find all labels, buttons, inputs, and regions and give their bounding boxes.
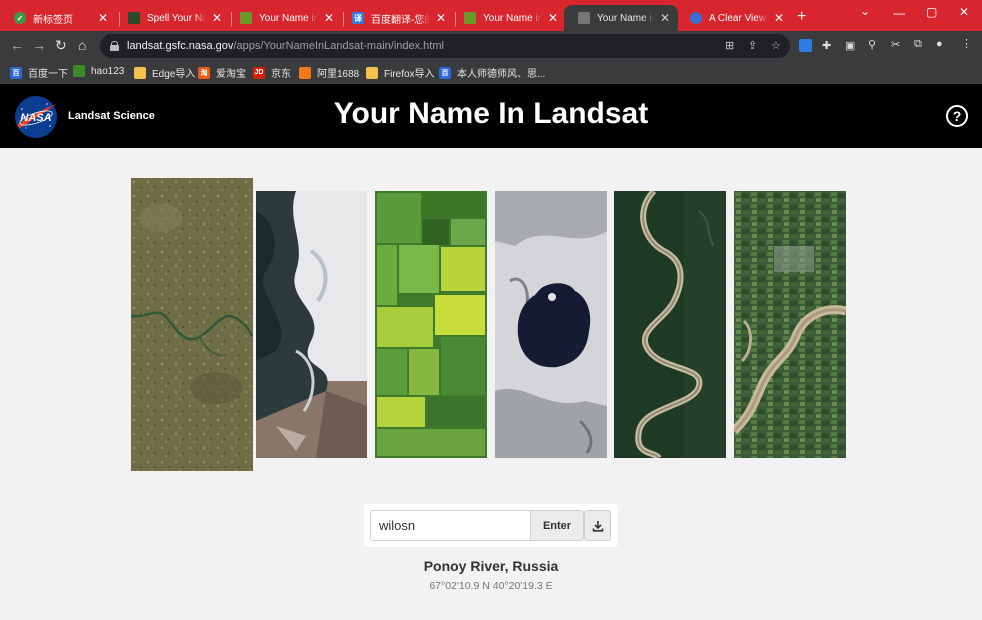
search-icon[interactable]: ⚲ [868, 38, 876, 51]
home-icon[interactable]: ⌂ [78, 38, 86, 52]
cut-icon[interactable]: ✂ [891, 38, 900, 51]
close-icon[interactable]: ✕ [212, 12, 222, 24]
bookmarks-bar: 百 百度一下 hao123 Edge导入 淘 爱淘宝 JD 京东 阿里1688 … [0, 61, 982, 84]
bookmark-item[interactable]: 百 百度一下 [10, 65, 68, 80]
bookmark-label: 阿里1688 [317, 69, 360, 80]
close-icon[interactable]: ✕ [98, 12, 108, 24]
bookmark-label: 爱淘宝 [216, 69, 246, 80]
letter-image-i[interactable] [256, 191, 367, 458]
maximize-button[interactable]: ▢ [926, 5, 937, 19]
page-header: NASA Landsat Science Your Name In Landsa… [0, 84, 982, 148]
enter-button[interactable]: Enter [530, 510, 584, 541]
extension-puzzle-icon[interactable]: ⧉ [914, 38, 922, 51]
browser-tab[interactable]: Spell Your Name ✕ [114, 5, 230, 31]
url-path: /apps/YourNameInLandsat-main/index.html [233, 40, 444, 52]
page-title: Your Name In Landsat [333, 97, 649, 130]
extensions-icon[interactable]: ✚ [822, 39, 831, 52]
letter-image-w[interactable] [131, 178, 253, 471]
landsat-icon [240, 12, 252, 24]
bookmark-star-icon[interactable]: ☆ [771, 39, 781, 52]
baidu-icon: 百 [439, 66, 451, 79]
landsat-icon [464, 12, 476, 24]
browser-tab[interactable]: A Clear View of ✕ [676, 5, 792, 31]
reload-icon[interactable]: ↻ [55, 38, 67, 52]
download-icon [592, 520, 603, 532]
bookmark-label: hao123 [91, 65, 125, 77]
browser-toolbar: ← → ↻ ⌂ landsat.gsfc.nasa.gov/apps/YourN… [0, 31, 982, 61]
translate-icon: 译 [352, 12, 364, 24]
bookmark-label: Firefox导入 [384, 69, 435, 80]
bookmark-item[interactable]: JD 京东 [253, 65, 291, 80]
translate-page-icon[interactable]: ⊞ [725, 39, 734, 52]
url-host: landsat.gsfc.nasa.gov [127, 40, 234, 52]
lock-icon [110, 41, 119, 51]
folder-icon [366, 66, 378, 79]
chevron-down-icon[interactable]: ⌄ [860, 4, 870, 18]
name-entry-panel: Enter [364, 504, 618, 547]
bookmark-item[interactable]: Edge导入 [134, 65, 195, 80]
bookmark-item[interactable]: 阿里1688 [299, 65, 359, 80]
alibaba-icon [299, 66, 311, 79]
bookmark-label: 百度一下 [28, 69, 68, 80]
letter-image-n[interactable] [734, 191, 846, 458]
browser-tab-active[interactable]: Your Name in L ✕ [564, 5, 678, 31]
download-button[interactable] [584, 510, 611, 541]
folder-icon [134, 66, 146, 79]
sidebar-icon[interactable]: ▣ [845, 39, 855, 52]
letters-row [0, 148, 982, 488]
browser-tab[interactable]: ✓ 新标签页 ✕ [0, 5, 116, 31]
location-coordinates: 67°02'10.9 N 40°20'19.3 E [429, 580, 553, 592]
translate-extension-icon[interactable] [799, 39, 812, 52]
shield-icon: ✓ [14, 12, 26, 24]
hao123-icon [73, 65, 85, 77]
browser-tabstrip: ✓ 新标签页 ✕ Spell Your Name ✕ Your Name in … [0, 0, 982, 31]
globe-icon [690, 12, 702, 24]
browser-tab[interactable]: 译 百度翻译-您的超 ✕ [338, 5, 454, 31]
help-button[interactable]: ? [946, 105, 968, 127]
menu-dots-icon[interactable]: ⋮ [961, 37, 972, 50]
minimize-button[interactable]: — [893, 6, 905, 20]
close-icon[interactable]: ✕ [660, 12, 670, 24]
bookmark-item[interactable]: hao123 [73, 65, 124, 77]
jd-icon: JD [253, 66, 265, 79]
location-name: Ponoy River, Russia [423, 558, 559, 574]
browser-tab[interactable]: Your Name in L ✕ [450, 5, 566, 31]
baidu-icon: 百 [10, 66, 22, 79]
letter-image-l[interactable] [375, 191, 487, 458]
help-icon: ? [952, 108, 962, 124]
taobao-icon: 淘 [198, 66, 210, 79]
close-icon[interactable]: ✕ [774, 12, 784, 24]
bookmark-item[interactable]: Firefox导入 [366, 65, 435, 80]
browser-tab[interactable]: Your Name in L ✕ [226, 5, 342, 31]
landsat-icon [128, 12, 140, 24]
close-icon[interactable]: ✕ [324, 12, 334, 24]
bookmark-item[interactable]: 淘 爱淘宝 [198, 65, 246, 80]
tab-title: Your Name in L [597, 12, 654, 24]
profile-icon[interactable]: ● [936, 38, 943, 50]
new-tab-button[interactable]: + [797, 9, 806, 25]
letter-image-s[interactable] [614, 191, 726, 458]
bookmark-label: 本人师德师风、思... [457, 69, 546, 80]
tab-title: Your Name in L [483, 12, 542, 24]
tab-title: 百度翻译-您的超 [371, 14, 430, 26]
close-icon[interactable]: ✕ [548, 12, 558, 24]
forward-arrow-icon[interactable]: → [32, 38, 46, 52]
tab-title: Your Name in L [259, 12, 318, 24]
close-icon[interactable]: ✕ [436, 12, 446, 24]
name-input[interactable] [370, 510, 530, 541]
address-bar[interactable]: landsat.gsfc.nasa.gov/apps/YourNameInLan… [100, 34, 790, 58]
landsat-icon [578, 12, 590, 24]
bookmark-label: 京东 [271, 69, 291, 80]
tab-title: 新标签页 [33, 14, 73, 26]
back-arrow-icon[interactable]: ← [10, 38, 24, 52]
window-close-button[interactable]: ✕ [959, 5, 969, 19]
bookmark-item[interactable]: 百 本人师德师风、思... [439, 65, 545, 80]
tab-title: Spell Your Name [147, 12, 206, 24]
bookmark-label: Edge导入 [152, 69, 196, 80]
letter-image-o[interactable] [495, 191, 607, 458]
share-icon[interactable]: ⇪ [748, 39, 757, 52]
tab-title: A Clear View of [709, 12, 768, 24]
